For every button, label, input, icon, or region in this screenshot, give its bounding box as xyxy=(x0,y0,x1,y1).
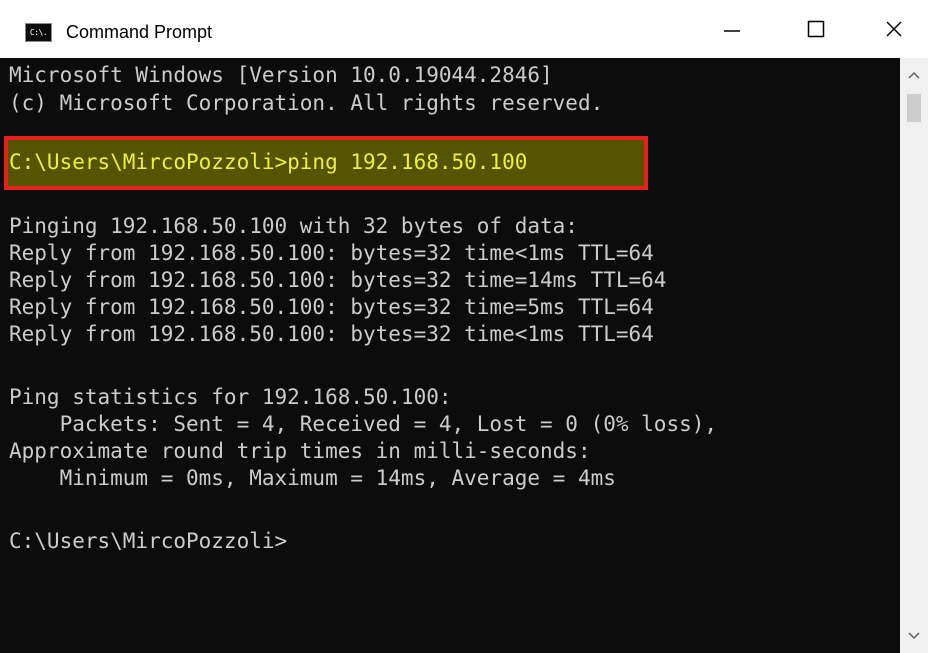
minimize-button[interactable] xyxy=(700,0,764,58)
terminal-line-reply-2: Reply from 192.168.50.100: bytes=32 time… xyxy=(9,268,667,292)
maximize-button[interactable] xyxy=(784,0,848,58)
window-title: Command Prompt xyxy=(66,22,213,42)
terminal-line-version: Microsoft Windows [Version 10.0.19044.28… xyxy=(9,63,553,87)
command-prompt-window: C:\. Command Prompt Microsoft Windows [V… xyxy=(0,0,928,653)
close-button[interactable] xyxy=(862,0,926,58)
terminal-line-statistics-header: Ping statistics for 192.168.50.100: xyxy=(9,385,452,409)
terminal-line-ping-command: C:\Users\MircoPozzoli>ping 192.168.50.10… xyxy=(9,150,528,174)
terminal-line-reply-4: Reply from 192.168.50.100: bytes=32 time… xyxy=(9,322,654,346)
vertical-scrollbar[interactable] xyxy=(900,58,928,653)
command-prompt-app-icon[interactable]: C:\. xyxy=(25,23,52,42)
chevron-up-icon xyxy=(908,71,920,79)
chevron-down-icon xyxy=(908,632,920,640)
terminal-line-reply-3: Reply from 192.168.50.100: bytes=32 time… xyxy=(9,295,654,319)
close-icon xyxy=(886,21,902,37)
app-icon-label: C:\. xyxy=(29,27,48,37)
terminal-output[interactable]: Microsoft Windows [Version 10.0.19044.28… xyxy=(0,58,900,653)
minimize-icon xyxy=(724,30,740,32)
scroll-up-button[interactable] xyxy=(900,58,928,92)
terminal-line-packets: Packets: Sent = 4, Received = 4, Lost = … xyxy=(9,412,718,436)
terminal-line-rtt-header: Approximate round trip times in milli-se… xyxy=(9,439,591,463)
scroll-thumb[interactable] xyxy=(907,94,921,122)
terminal-line-prompt: C:\Users\MircoPozzoli> xyxy=(9,529,288,553)
terminal-line-copyright: (c) Microsoft Corporation. All rights re… xyxy=(9,91,604,115)
title-bar[interactable]: C:\. Command Prompt xyxy=(0,0,928,58)
maximize-icon xyxy=(807,20,825,38)
scroll-down-button[interactable] xyxy=(900,619,928,653)
terminal-line-reply-1: Reply from 192.168.50.100: bytes=32 time… xyxy=(9,241,654,265)
terminal-line-pinging: Pinging 192.168.50.100 with 32 bytes of … xyxy=(9,214,578,238)
terminal-line-rtt-values: Minimum = 0ms, Maximum = 14ms, Average =… xyxy=(9,466,616,490)
